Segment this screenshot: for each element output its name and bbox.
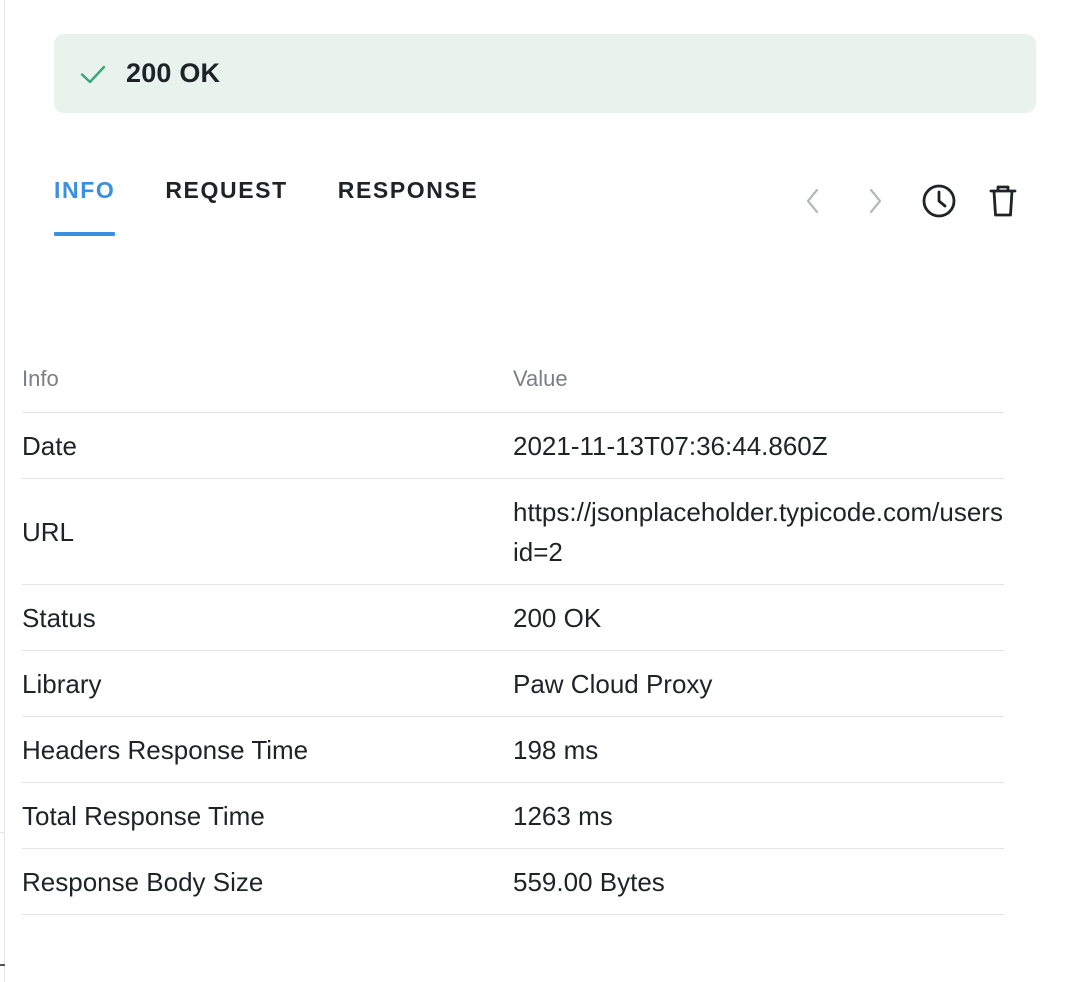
tab-bar: INFO REQUEST RESPONSE: [54, 170, 528, 238]
info-label-library: Library: [22, 650, 513, 717]
tab-info[interactable]: INFO: [54, 170, 116, 236]
table-row: Date 2021-11-13T07:36:44.860Z: [22, 412, 1004, 479]
column-header-value: Value: [513, 346, 1004, 413]
info-label-total-time: Total Response Time: [22, 782, 513, 849]
url-line-1: https://jsonplaceholder.typicode.com/use…: [513, 496, 1003, 527]
tab-response[interactable]: RESPONSE: [338, 170, 479, 236]
table-header-row: Info Value: [22, 346, 1004, 413]
chevron-right-icon: [864, 186, 886, 221]
value-line: 2021-11-13T07:36:44.860Z: [513, 430, 828, 461]
panel-divider: [4, 0, 5, 982]
info-table: Info Value Date 2021-11-13T07:36:44.860Z…: [22, 346, 1004, 915]
info-label-headers-time: Headers Response Time: [22, 716, 513, 783]
url-line-2: id=2: [513, 536, 563, 567]
next-button[interactable]: [852, 180, 898, 226]
value-line: 200 OK: [513, 602, 602, 633]
info-value-url: https://jsonplaceholder.typicode.com/use…: [513, 478, 1004, 585]
value-line: 1263 ms: [513, 800, 613, 831]
table-row: Status 200 OK: [22, 584, 1004, 651]
chevron-left-icon: [802, 186, 824, 221]
previous-button[interactable]: [790, 180, 836, 226]
delete-button[interactable]: [980, 180, 1026, 226]
table-row: Library Paw Cloud Proxy: [22, 650, 1004, 717]
status-banner: 200 OK: [54, 34, 1036, 113]
table-row: Headers Response Time 198 ms: [22, 716, 1004, 783]
table-row: Total Response Time 1263 ms: [22, 782, 1004, 849]
info-label-date: Date: [22, 412, 513, 479]
info-label-body-size: Response Body Size: [22, 848, 513, 915]
resize-handle[interactable]: [0, 964, 5, 966]
table-row: URL https://jsonplaceholder.typicode.com…: [22, 478, 1004, 585]
info-value-total-time: 1263 ms: [513, 782, 1004, 849]
divider-tick: [0, 832, 5, 833]
trash-icon: [987, 183, 1019, 224]
check-icon: [78, 59, 108, 89]
info-label-status: Status: [22, 584, 513, 651]
value-line: 198 ms: [513, 734, 599, 765]
info-value-headers-time: 198 ms: [513, 716, 1004, 783]
info-value-date: 2021-11-13T07:36:44.860Z: [513, 412, 1004, 479]
tab-request[interactable]: REQUEST: [165, 170, 287, 236]
value-line: 559.00 Bytes: [513, 866, 665, 897]
info-value-body-size: 559.00 Bytes: [513, 848, 1004, 915]
history-button[interactable]: [916, 180, 962, 226]
table-row: Response Body Size 559.00 Bytes: [22, 848, 1004, 915]
history-toolbar: [790, 180, 1026, 226]
value-line: Paw Cloud Proxy: [513, 668, 713, 699]
response-panel: 200 OK INFO REQUEST RESPONSE Info Value …: [0, 0, 1084, 982]
info-value-library: Paw Cloud Proxy: [513, 650, 1004, 717]
clock-icon: [921, 183, 957, 224]
column-header-info: Info: [22, 346, 513, 413]
status-text: 200 OK: [126, 58, 221, 88]
info-value-status: 200 OK: [513, 584, 1004, 651]
info-label-url: URL: [22, 478, 513, 585]
